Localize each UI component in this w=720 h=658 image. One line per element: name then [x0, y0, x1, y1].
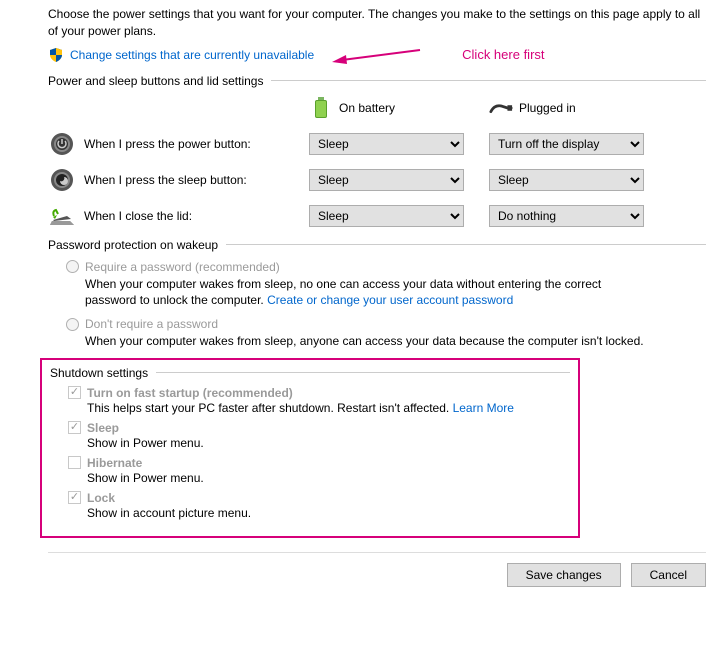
sleep-checkbox: ✓ [68, 421, 81, 434]
shield-icon [48, 47, 64, 63]
change-settings-link[interactable]: Change settings that are currently unava… [70, 48, 314, 62]
col-plugged-label: Plugged in [519, 101, 576, 115]
battery-icon [309, 96, 333, 120]
lock-label: Lock [87, 491, 115, 505]
plug-icon [489, 96, 513, 120]
lid-icon [48, 202, 76, 230]
require-password-label: Require a password (recommended) [85, 260, 280, 274]
sleep-chk-desc: Show in Power menu. [87, 436, 570, 450]
sleep-plugged-select[interactable]: Do nothingSleepHibernateShut downTurn of… [489, 169, 644, 191]
fast-startup-checkbox: ✓ [68, 386, 81, 399]
lock-checkbox: ✓ [68, 491, 81, 504]
intro-text: Choose the power settings that you want … [48, 6, 706, 40]
fast-startup-desc: This helps start your PC faster after sh… [87, 401, 570, 415]
power-battery-select[interactable]: Do nothingSleepHibernateShut downTurn of… [309, 133, 464, 155]
fast-startup-label: Turn on fast startup (recommended) [87, 386, 293, 400]
shutdown-highlight-box: Shutdown settings ✓ Turn on fast startup… [40, 358, 580, 538]
section-buttons-lid: Power and sleep buttons and lid settings [48, 74, 706, 90]
create-password-link[interactable]: Create or change your user account passw… [267, 293, 513, 307]
no-password-desc: When your computer wakes from sleep, any… [85, 333, 655, 350]
lid-plugged-select[interactable]: Do nothingSleepHibernateShut downTurn of… [489, 205, 644, 227]
no-password-label: Don't require a password [85, 317, 218, 331]
power-plugged-select[interactable]: Do nothingSleepHibernateShut downTurn of… [489, 133, 644, 155]
sleep-battery-select[interactable]: Do nothingSleepHibernateShut downTurn of… [309, 169, 464, 191]
power-button-label: When I press the power button: [84, 137, 309, 151]
col-battery-label: On battery [339, 101, 395, 115]
sleep-button-label: When I press the sleep button: [84, 173, 309, 187]
lock-desc: Show in account picture menu. [87, 506, 570, 520]
section-shutdown: Shutdown settings [50, 366, 570, 382]
sleep-chk-label: Sleep [87, 421, 119, 435]
annotation-text: Click here first [462, 47, 544, 62]
sleep-button-icon [48, 166, 76, 194]
power-button-icon [48, 130, 76, 158]
section-password: Password protection on wakeup [48, 238, 706, 254]
require-password-radio [66, 260, 79, 273]
lid-label: When I close the lid: [84, 209, 309, 223]
save-button[interactable]: Save changes [507, 563, 621, 587]
lid-battery-select[interactable]: Do nothingSleepHibernateShut downTurn of… [309, 205, 464, 227]
hibernate-checkbox [68, 456, 81, 469]
learn-more-link[interactable]: Learn More [453, 401, 514, 415]
annotation-arrow-icon [332, 46, 422, 64]
hibernate-desc: Show in Power menu. [87, 471, 570, 485]
cancel-button[interactable]: Cancel [631, 563, 706, 587]
hibernate-label: Hibernate [87, 456, 142, 470]
no-password-radio [66, 318, 79, 331]
require-password-desc: When your computer wakes from sleep, no … [85, 276, 655, 310]
